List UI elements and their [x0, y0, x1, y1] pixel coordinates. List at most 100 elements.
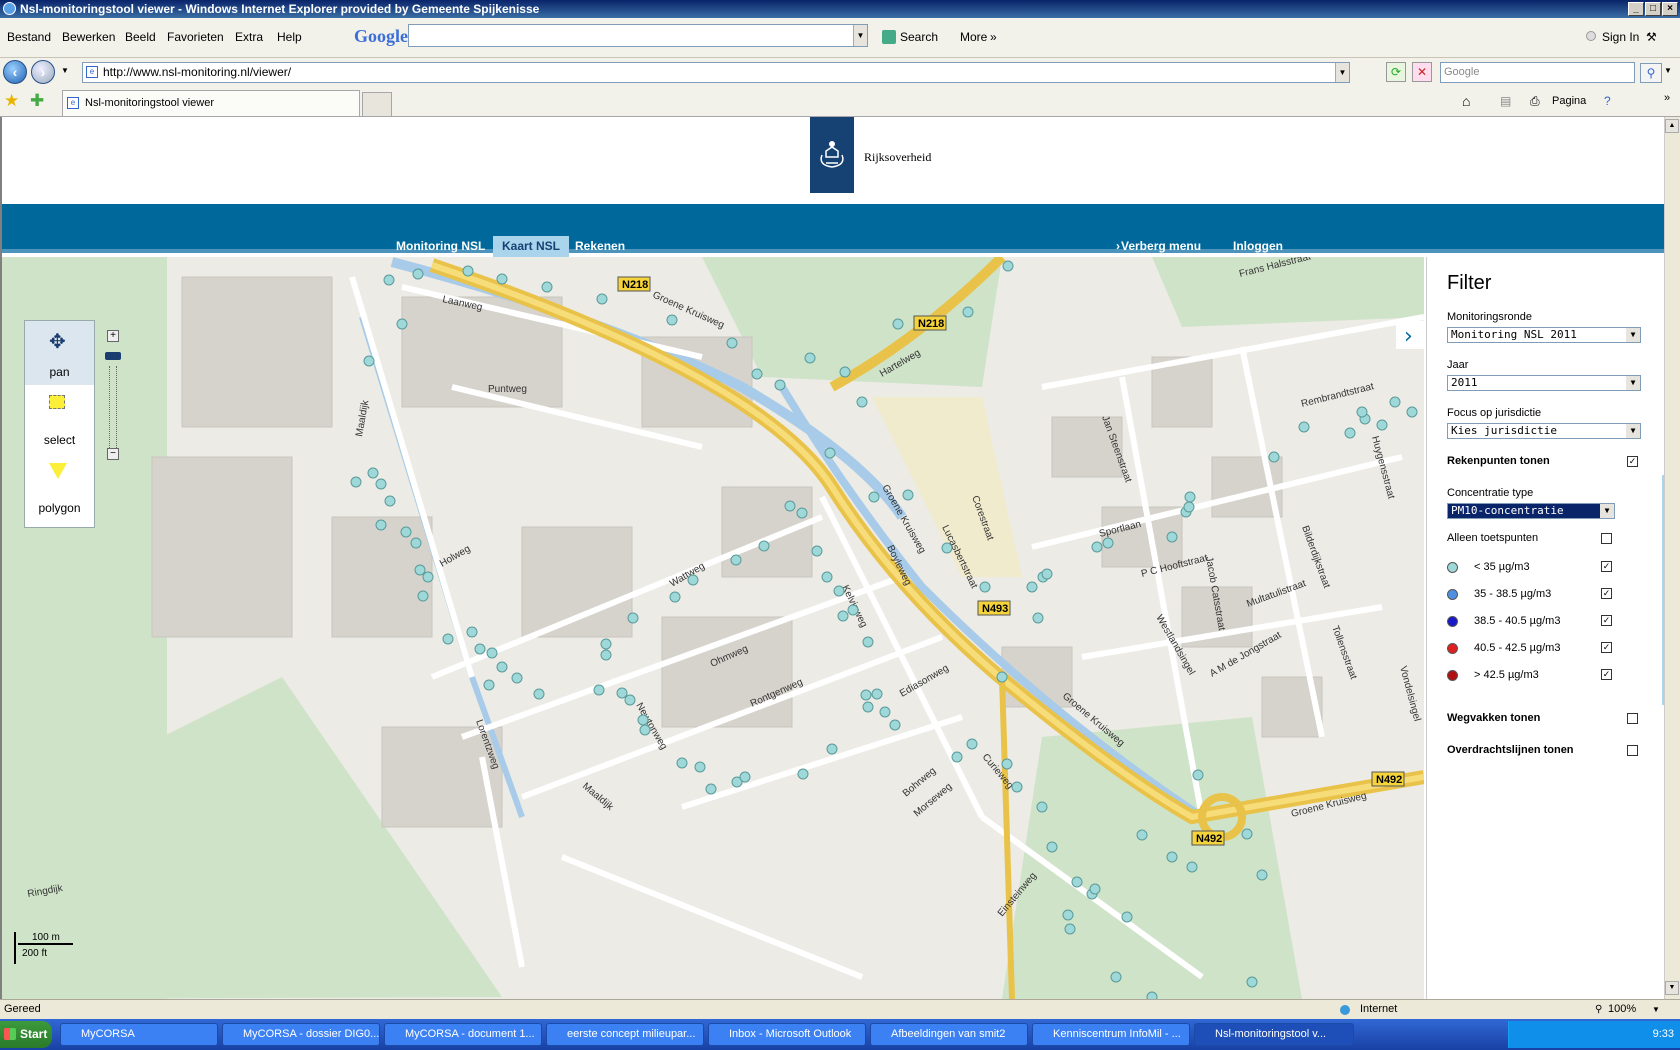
scroll-up-button[interactable]: ▲: [1665, 119, 1679, 133]
zoom-out-button[interactable]: −: [107, 448, 119, 460]
legend-checkbox[interactable]: ✓: [1601, 561, 1612, 572]
svg-text:N492: N492: [1376, 774, 1402, 786]
task-item[interactable]: MyCORSA - document 1...: [384, 1023, 542, 1046]
close-button[interactable]: ×: [1662, 2, 1678, 16]
home-icon[interactable]: ⌂: [1462, 93, 1470, 109]
maximize-button[interactable]: □: [1645, 2, 1661, 16]
refresh-icon[interactable]: ⟳: [1386, 62, 1406, 82]
rekenpunten-label: Rekenpunten tonen: [1447, 455, 1550, 467]
chevron-down-icon[interactable]: ▼: [853, 25, 867, 46]
nav-monitoring-nsl[interactable]: Monitoring NSL: [387, 236, 494, 257]
nav-kaart-nsl[interactable]: Kaart NSL: [493, 236, 570, 257]
menu-extra[interactable]: Extra: [235, 30, 263, 44]
task-label: MyCORSA - dossier DIG0...: [243, 1028, 380, 1040]
page-favicon: e: [86, 66, 98, 78]
task-item[interactable]: eerste concept milieupar...: [546, 1023, 704, 1046]
zoom-slider[interactable]: + −: [105, 330, 121, 460]
more-tools-icon[interactable]: »: [1664, 92, 1670, 104]
help-icon[interactable]: ?: [1604, 94, 1611, 108]
ie-icon: [3, 2, 16, 15]
task-item[interactable]: MyCORSA: [60, 1023, 218, 1046]
pagina-menu[interactable]: Pagina: [1552, 95, 1586, 107]
inloggen-link[interactable]: Inloggen: [1224, 236, 1292, 257]
task-label: Kenniscentrum InfoMil - ...: [1053, 1028, 1181, 1040]
scroll-down-button[interactable]: ▼: [1665, 981, 1679, 995]
wrench-icon[interactable]: ⚒: [1646, 30, 1657, 44]
menu-help[interactable]: Help: [277, 30, 302, 44]
svg-text:Holweg: Holweg: [438, 543, 472, 569]
tab-nsl-viewer[interactable]: e Nsl-monitoringstool viewer: [62, 90, 360, 116]
zoom-level[interactable]: 100%: [1608, 1000, 1636, 1019]
pan-tool[interactable]: ✥ pan: [25, 321, 94, 385]
overdracht-checkbox[interactable]: [1627, 745, 1638, 756]
jaar-select[interactable]: 2011 ▼: [1447, 375, 1641, 391]
search-options-icon[interactable]: ▼: [1664, 66, 1672, 75]
start-button[interactable]: Start: [0, 1021, 52, 1048]
task-label: Nsl-monitoringstool v...: [1215, 1028, 1327, 1040]
nav-rekenen[interactable]: Rekenen: [566, 236, 634, 257]
google-box-input[interactable]: Google: [1440, 62, 1635, 83]
menu-beeld[interactable]: Beeld: [125, 30, 156, 44]
svg-text:Tollensstraat: Tollensstraat: [1329, 624, 1359, 681]
concentratie-select[interactable]: PM10-concentratie ▼: [1447, 503, 1615, 519]
menu-favorieten[interactable]: Favorieten: [167, 30, 224, 44]
url-dropdown-icon[interactable]: ▼: [1335, 63, 1349, 82]
history-dropdown-icon[interactable]: ▼: [61, 66, 69, 75]
stop-icon[interactable]: ✕: [1412, 62, 1432, 82]
tab-favicon: e: [67, 97, 79, 109]
monitoringsronde-select[interactable]: Monitoring NSL 2011 ▼: [1447, 327, 1641, 343]
zoom-dropdown-icon[interactable]: ▼: [1652, 1000, 1660, 1019]
clock[interactable]: 9:33: [1653, 1028, 1674, 1040]
rss-icon[interactable]: ▤: [1500, 94, 1511, 108]
legend-dot: [1447, 643, 1458, 654]
filter-title: Filter: [1447, 272, 1492, 294]
task-label: Inbox - Microsoft Outlook: [729, 1028, 852, 1040]
google-search-button[interactable]: Search: [900, 30, 938, 44]
favorites-star-icon[interactable]: ★: [4, 91, 19, 111]
google-more-button[interactable]: More: [960, 30, 987, 44]
wegvakken-checkbox[interactable]: [1627, 713, 1638, 724]
forward-button[interactable]: ›: [31, 60, 55, 84]
zoom-in-button[interactable]: +: [107, 330, 119, 342]
menu-bewerken[interactable]: Bewerken: [62, 30, 115, 44]
rekenpunten-checkbox[interactable]: ✓: [1627, 456, 1638, 467]
new-tab-button[interactable]: [362, 92, 392, 116]
task-item[interactable]: MyCORSA - dossier DIG0...: [222, 1023, 380, 1046]
legend-checkbox[interactable]: ✓: [1601, 669, 1612, 680]
legend-checkbox[interactable]: ✓: [1601, 642, 1612, 653]
focus-select[interactable]: Kies jurisdictie ▼: [1447, 423, 1641, 439]
zoom-handle[interactable]: [105, 352, 121, 360]
task-item[interactable]: Inbox - Microsoft Outlook: [708, 1023, 866, 1046]
search-icon[interactable]: ⚲: [1640, 63, 1662, 83]
signin-link[interactable]: Sign In: [1602, 30, 1639, 44]
double-chevron-icon: »: [990, 30, 997, 44]
svg-text:N218: N218: [918, 318, 944, 330]
legend-label: 35 - 38.5 µg/m3: [1474, 588, 1552, 600]
status-text: Gereed: [4, 1003, 41, 1015]
back-button[interactable]: ‹: [3, 60, 27, 84]
task-item[interactable]: Kenniscentrum InfoMil - ...: [1032, 1023, 1190, 1046]
concentratie-label: Concentratie type: [1447, 487, 1534, 499]
vertical-scrollbar[interactable]: ▲ ▼: [1664, 117, 1680, 999]
print-icon[interactable]: ⎙: [1530, 94, 1540, 109]
task-item[interactable]: Afbeeldingen van smit2: [870, 1023, 1028, 1046]
task-item-active[interactable]: Nsl-monitoringstool v...: [1194, 1023, 1354, 1046]
url-input[interactable]: e http://www.nsl-monitoring.nl/viewer/ ▼: [82, 62, 1350, 83]
verberg-menu-link[interactable]: Verberg menu: [1117, 236, 1210, 257]
site-header: Rijksoverheid: [2, 117, 1664, 204]
focus-label: Focus op jurisdictie: [1447, 407, 1542, 419]
legend-checkbox[interactable]: ✓: [1601, 615, 1612, 626]
legend-checkbox[interactable]: ✓: [1601, 588, 1612, 599]
filter-panel: Filter Monitoringsronde Monitoring NSL 2…: [1426, 257, 1665, 999]
svg-text:Puntweg: Puntweg: [488, 384, 527, 395]
add-favorite-icon[interactable]: ✚: [30, 91, 44, 111]
google-search-input[interactable]: ▼: [408, 24, 868, 47]
polygon-tool[interactable]: polygon: [25, 457, 94, 521]
map-viewer[interactable]: N218 N218 N493 N492 N492 Groene Kruisweg…: [2, 257, 1424, 999]
select-tool[interactable]: select: [25, 389, 94, 453]
minimize-button[interactable]: _: [1628, 2, 1644, 16]
toetspunten-checkbox[interactable]: [1601, 533, 1612, 544]
menu-bestand[interactable]: Bestand: [7, 30, 51, 44]
monitoringsronde-label: Monitoringsronde: [1447, 311, 1532, 323]
map-canvas[interactable]: N218 N218 N493 N492 N492 Groene Kruisweg…: [2, 257, 1424, 999]
